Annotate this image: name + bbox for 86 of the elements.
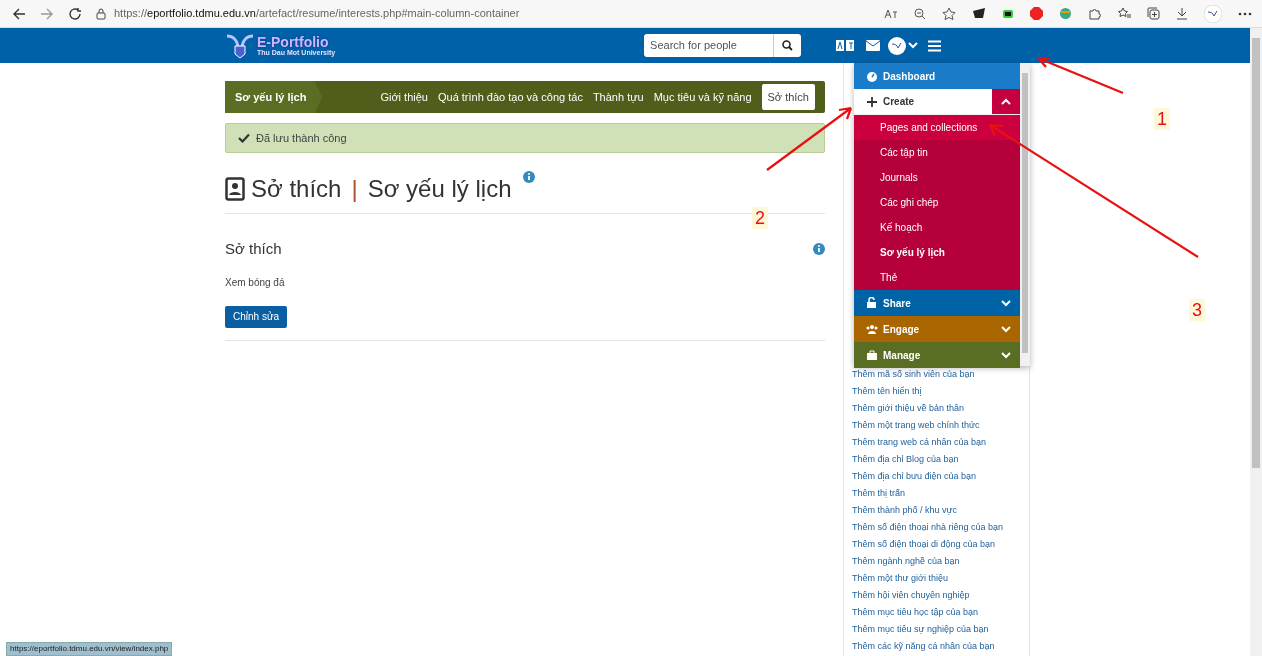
sidebar-link[interactable]: Thêm mục tiêu học tập của bạn <box>852 607 979 617</box>
resume-tab[interactable]: Thành tựu <box>592 88 644 106</box>
chevron-down-icon <box>1001 351 1011 359</box>
sidebar-link[interactable]: Thêm ngành nghề của bạn <box>852 556 960 566</box>
page-title: Sở thích | Sơ yếu lý lịch <box>251 175 512 203</box>
search-button[interactable] <box>773 34 802 57</box>
chevron-down-icon <box>1001 325 1011 333</box>
collections-icon[interactable] <box>1147 7 1160 20</box>
sidebar-link[interactable]: Thêm địa chỉ Blog của bạn <box>852 454 959 464</box>
resume-tab[interactable]: Giới thiệu <box>380 88 428 106</box>
more-icon[interactable] <box>1238 11 1252 16</box>
profile-avatar-icon[interactable] <box>1204 4 1222 23</box>
lock-icon <box>96 7 106 20</box>
submenu-item[interactable]: Sơ yếu lý lịch <box>854 240 1020 265</box>
menu-item[interactable]: Manage <box>854 342 1020 368</box>
resume-tab[interactable]: Mục tiêu và kỹ năng <box>653 88 752 106</box>
people-icon <box>866 323 878 335</box>
mail-icon[interactable] <box>866 40 881 51</box>
people-search-field[interactable]: Search for people <box>644 34 774 57</box>
submenu-item[interactable]: Journals <box>854 165 1020 190</box>
info-icon[interactable] <box>523 171 536 183</box>
submenu-item[interactable]: Thẻ <box>854 265 1020 290</box>
success-alert: Đã lưu thành công <box>225 123 825 153</box>
zoom-out-icon[interactable] <box>914 7 926 20</box>
info-icon[interactable] <box>813 243 825 256</box>
translate-icon[interactable] <box>884 7 898 20</box>
url-text: https://eportfolio.tdmu.edu.vn/artefact/resume/interests.php#main-column-container <box>114 6 520 22</box>
reload-icon[interactable] <box>68 6 82 21</box>
submenu-item[interactable]: Kế hoạch <box>854 215 1020 240</box>
sidebar-link[interactable]: Thêm giới thiệu về bản thân <box>852 403 964 413</box>
status-url-tooltip: https://eportfolio.tdmu.edu.vn/view/index.php <box>6 642 173 656</box>
search-icon <box>782 40 794 51</box>
forward-icon[interactable] <box>40 6 54 21</box>
toolbox-icon <box>866 349 878 361</box>
back-icon[interactable] <box>12 6 26 21</box>
expand-toggle[interactable] <box>992 89 1020 114</box>
resume-tab[interactable]: Sở thích <box>761 83 815 111</box>
sidebar-link[interactable]: Thêm một thư giới thiệu <box>852 573 948 583</box>
padlock-icon <box>866 297 878 309</box>
menu-item[interactable]: Dashboard <box>854 63 1020 89</box>
submenu-item[interactable]: Pages and collections <box>854 115 1020 140</box>
contact-card-icon <box>225 177 245 201</box>
menu-item[interactable]: Create <box>854 89 1020 115</box>
menu-icon[interactable] <box>928 39 942 52</box>
chevron-down-icon <box>1001 299 1011 307</box>
adblock-icon[interactable] <box>1030 7 1043 20</box>
chevron-up-icon <box>1001 98 1011 105</box>
sidebar-link[interactable]: Thêm mã số sinh viên của bạn <box>852 369 975 379</box>
sidebar-link[interactable]: Thêm tên hiển thị <box>852 386 922 396</box>
plus-icon <box>866 95 878 108</box>
edit-button[interactable]: Chỉnh sửa <box>225 305 288 328</box>
scrollbar-thumb[interactable] <box>1022 73 1028 353</box>
chevron-down-icon[interactable] <box>908 42 919 49</box>
interest-text: Xem bóng đá <box>225 275 286 290</box>
sidebar-link[interactable]: Thêm thành phố / khu vực <box>852 505 958 515</box>
extension-icon[interactable] <box>972 6 986 21</box>
favorites-icon[interactable] <box>1117 7 1131 20</box>
annotation-number: 1 <box>1154 108 1170 130</box>
sidebar-link[interactable]: Thêm số điện thoại nhà riêng của bạn <box>852 522 1004 532</box>
download-icon[interactable] <box>1176 7 1188 20</box>
checkmark-icon <box>238 133 250 143</box>
submenu-item[interactable]: Các tập tin <box>854 140 1020 165</box>
sidebar-link[interactable]: Thêm hội viên chuyên nghiệp <box>852 590 970 600</box>
sidebar-link[interactable]: Thêm số điện thoại di động của bạn <box>852 539 996 549</box>
sidebar-link[interactable]: Thêm địa chỉ bưu điện của bạn <box>852 471 977 481</box>
globe-icon[interactable] <box>1059 7 1072 20</box>
user-avatar-icon[interactable] <box>888 36 907 55</box>
language-icon[interactable] <box>836 40 855 51</box>
resume-tab[interactable]: Quá trình đào tạo và công tác <box>437 88 583 106</box>
submenu-item[interactable]: Các ghi chép <box>854 190 1020 215</box>
sidebar-link[interactable]: Thêm các kỹ năng cá nhân của bạn <box>852 641 995 651</box>
menu-item[interactable]: Share <box>854 290 1020 316</box>
extension-icon[interactable] <box>1002 7 1014 20</box>
resume-nav-title: Sơ yếu lý lịch <box>225 81 323 113</box>
sidebar-link[interactable]: Thêm một trang web chính thức <box>852 420 980 430</box>
puzzle-icon[interactable] <box>1088 7 1101 20</box>
section-heading: Sở thích <box>225 239 282 259</box>
annotation-number: 2 <box>752 207 768 229</box>
gauge-icon <box>866 70 878 82</box>
favorite-add-icon[interactable] <box>942 6 956 21</box>
sidebar-link[interactable]: Thêm trang web cá nhân của bạn <box>852 437 987 447</box>
menu-item[interactable]: Engage <box>854 316 1020 342</box>
sidebar-link[interactable]: Thêm thị trấn <box>852 488 906 498</box>
sidebar-link[interactable]: Thêm mục tiêu sự nghiệp của bạn <box>852 624 989 634</box>
annotation-number: 3 <box>1189 299 1205 321</box>
scrollbar-thumb[interactable] <box>1252 38 1260 468</box>
